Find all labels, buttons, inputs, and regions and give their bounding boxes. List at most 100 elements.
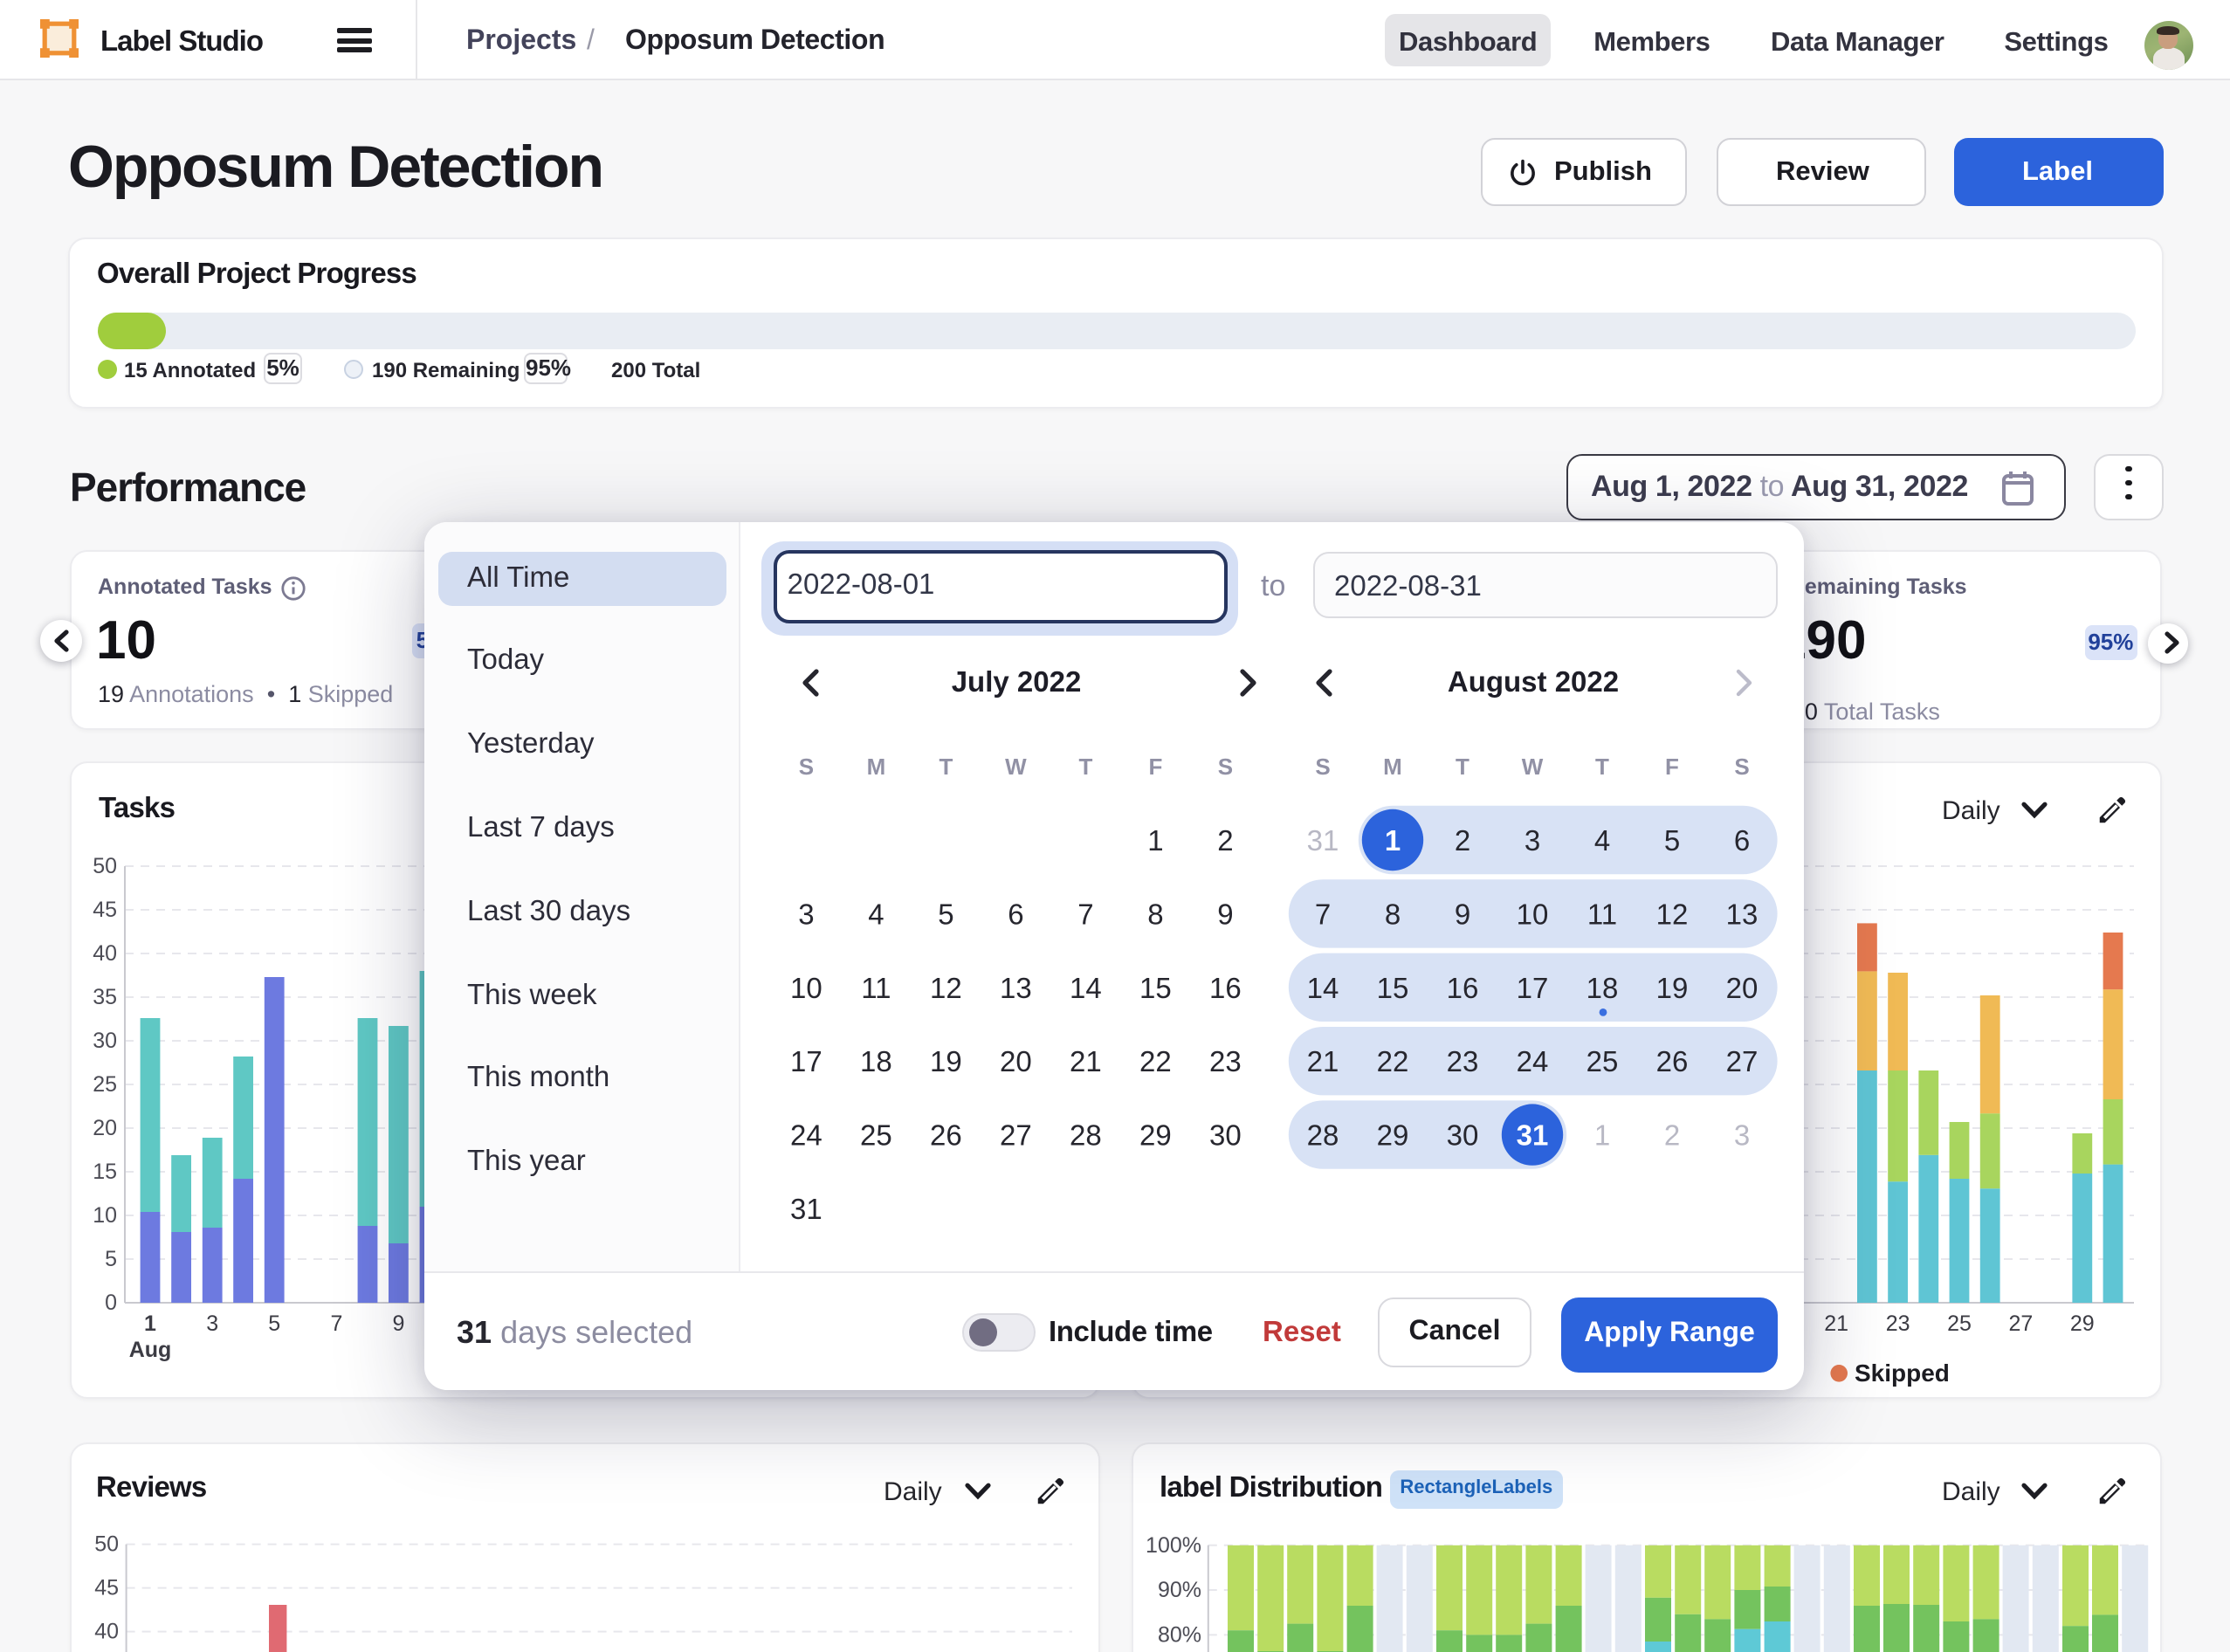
svg-text:12: 12 bbox=[1656, 898, 1689, 930]
svg-text:5: 5 bbox=[105, 1247, 117, 1271]
svg-text:5: 5 bbox=[268, 1311, 280, 1336]
svg-text:13: 13 bbox=[1000, 972, 1032, 1004]
svg-text:21: 21 bbox=[1070, 1045, 1102, 1077]
svg-text:27: 27 bbox=[1726, 1045, 1759, 1077]
svg-text:2: 2 bbox=[1664, 1119, 1680, 1152]
svg-text:90%: 90% bbox=[1157, 1577, 1201, 1601]
svg-text:25: 25 bbox=[93, 1072, 117, 1097]
svg-text:17: 17 bbox=[1517, 972, 1549, 1004]
svg-text:50: 50 bbox=[94, 1532, 119, 1556]
svg-text:1: 1 bbox=[1147, 824, 1163, 857]
svg-text:7: 7 bbox=[1315, 898, 1331, 930]
svg-text:31: 31 bbox=[790, 1193, 822, 1225]
svg-text:4: 4 bbox=[1594, 824, 1610, 857]
svg-text:7: 7 bbox=[330, 1311, 342, 1336]
svg-text:10: 10 bbox=[1517, 898, 1549, 930]
svg-text:T: T bbox=[1595, 754, 1609, 780]
svg-text:14: 14 bbox=[1070, 972, 1102, 1004]
svg-text:21: 21 bbox=[1307, 1045, 1339, 1077]
svg-text:W: W bbox=[1522, 754, 1544, 780]
svg-text:15: 15 bbox=[1139, 972, 1172, 1004]
svg-text:15: 15 bbox=[1377, 972, 1409, 1004]
svg-text:4: 4 bbox=[868, 898, 884, 930]
svg-text:1: 1 bbox=[1385, 824, 1401, 857]
svg-text:16: 16 bbox=[1447, 972, 1479, 1004]
svg-text:25: 25 bbox=[1586, 1045, 1619, 1077]
svg-text:15: 15 bbox=[93, 1160, 117, 1184]
svg-text:11: 11 bbox=[861, 972, 891, 1004]
svg-text:0: 0 bbox=[105, 1291, 117, 1315]
svg-text:26: 26 bbox=[930, 1119, 962, 1152]
svg-text:30: 30 bbox=[1447, 1119, 1479, 1152]
svg-text:8: 8 bbox=[1147, 898, 1163, 930]
svg-text:45: 45 bbox=[94, 1575, 119, 1600]
svg-text:S: S bbox=[1734, 754, 1749, 780]
svg-text:29: 29 bbox=[1139, 1119, 1172, 1152]
svg-text:40: 40 bbox=[94, 1619, 119, 1643]
svg-text:11: 11 bbox=[1587, 898, 1617, 930]
svg-text:30: 30 bbox=[93, 1029, 117, 1053]
svg-text:S: S bbox=[1315, 754, 1330, 780]
svg-text:24: 24 bbox=[1517, 1045, 1549, 1077]
svg-text:17: 17 bbox=[790, 1045, 822, 1077]
svg-text:2: 2 bbox=[1455, 824, 1470, 857]
svg-text:S: S bbox=[1218, 754, 1233, 780]
svg-text:T: T bbox=[1456, 754, 1469, 780]
svg-text:M: M bbox=[1383, 754, 1402, 780]
svg-text:9: 9 bbox=[1217, 898, 1233, 930]
svg-text:7: 7 bbox=[1077, 898, 1093, 930]
svg-text:22: 22 bbox=[1377, 1045, 1409, 1077]
svg-text:29: 29 bbox=[2069, 1311, 2094, 1336]
svg-text:2: 2 bbox=[1217, 824, 1233, 857]
svg-text:Aug: Aug bbox=[129, 1338, 172, 1362]
svg-text:3: 3 bbox=[1525, 824, 1540, 857]
svg-text:14: 14 bbox=[1307, 972, 1339, 1004]
svg-text:18: 18 bbox=[860, 1045, 892, 1077]
svg-text:8: 8 bbox=[1385, 898, 1401, 930]
svg-text:24: 24 bbox=[790, 1119, 822, 1152]
svg-text:45: 45 bbox=[93, 898, 117, 922]
svg-text:13: 13 bbox=[1726, 898, 1759, 930]
svg-text:19: 19 bbox=[1656, 972, 1689, 1004]
svg-text:F: F bbox=[1665, 754, 1679, 780]
svg-text:18: 18 bbox=[1586, 972, 1619, 1004]
svg-text:20: 20 bbox=[1726, 972, 1759, 1004]
svg-text:16: 16 bbox=[1209, 972, 1242, 1004]
svg-text:3: 3 bbox=[798, 898, 814, 930]
svg-text:10: 10 bbox=[790, 972, 822, 1004]
svg-text:35: 35 bbox=[93, 985, 117, 1009]
svg-text:80%: 80% bbox=[1157, 1621, 1201, 1646]
svg-text:28: 28 bbox=[1070, 1119, 1102, 1152]
svg-text:Skipped: Skipped bbox=[1854, 1359, 1949, 1387]
svg-text:31: 31 bbox=[1517, 1119, 1549, 1152]
svg-text:M: M bbox=[867, 754, 886, 780]
svg-text:23: 23 bbox=[1209, 1045, 1242, 1077]
svg-text:9: 9 bbox=[392, 1311, 404, 1336]
svg-text:S: S bbox=[799, 754, 814, 780]
svg-text:1: 1 bbox=[144, 1311, 156, 1336]
svg-text:F: F bbox=[1148, 754, 1162, 780]
svg-text:30: 30 bbox=[1209, 1119, 1242, 1152]
svg-text:10: 10 bbox=[93, 1203, 117, 1228]
svg-text:31: 31 bbox=[1307, 824, 1339, 857]
svg-text:26: 26 bbox=[1656, 1045, 1689, 1077]
svg-text:21: 21 bbox=[1823, 1311, 1848, 1336]
svg-text:28: 28 bbox=[1307, 1119, 1339, 1152]
svg-text:12: 12 bbox=[930, 972, 962, 1004]
svg-text:23: 23 bbox=[1447, 1045, 1479, 1077]
svg-text:27: 27 bbox=[1000, 1119, 1032, 1152]
svg-text:T: T bbox=[1078, 754, 1092, 780]
svg-text:3: 3 bbox=[206, 1311, 218, 1336]
svg-text:20: 20 bbox=[93, 1116, 117, 1140]
svg-text:23: 23 bbox=[1885, 1311, 1910, 1336]
svg-text:6: 6 bbox=[1008, 898, 1023, 930]
svg-text:5: 5 bbox=[1664, 824, 1680, 857]
svg-text:25: 25 bbox=[860, 1119, 892, 1152]
svg-text:19: 19 bbox=[930, 1045, 962, 1077]
svg-text:100%: 100% bbox=[1145, 1532, 1201, 1557]
svg-text:20: 20 bbox=[1000, 1045, 1032, 1077]
svg-text:9: 9 bbox=[1455, 898, 1470, 930]
svg-text:27: 27 bbox=[2008, 1311, 2033, 1336]
svg-text:T: T bbox=[939, 754, 953, 780]
svg-text:50: 50 bbox=[93, 854, 117, 878]
